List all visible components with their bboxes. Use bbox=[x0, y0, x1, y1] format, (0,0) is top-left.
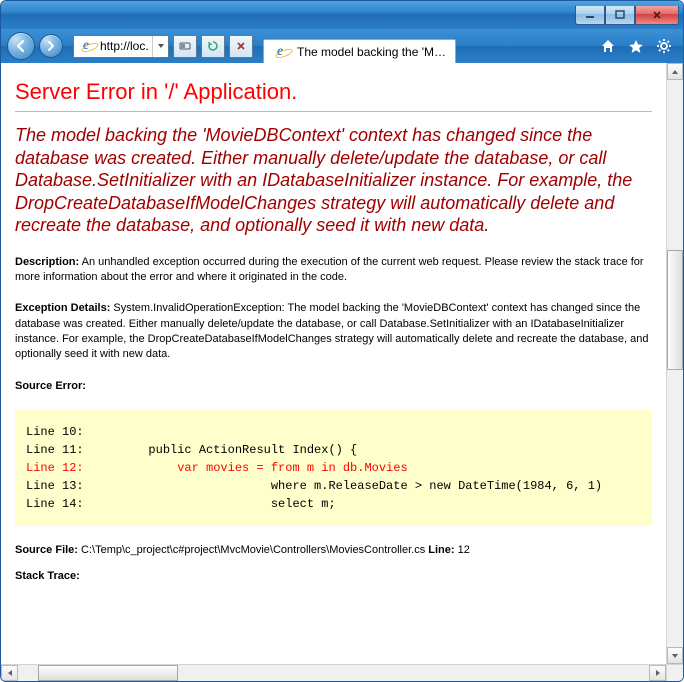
minimize-button[interactable] bbox=[575, 6, 605, 25]
refresh-button[interactable] bbox=[201, 35, 225, 58]
toolbar-right bbox=[599, 37, 677, 55]
favorites-icon[interactable] bbox=[627, 37, 645, 55]
divider bbox=[15, 111, 652, 112]
source-file-label: Source File: bbox=[15, 544, 78, 556]
scroll-down-button[interactable] bbox=[667, 647, 683, 664]
description-section: Description: An unhandled exception occu… bbox=[15, 255, 652, 286]
scroll-right-button[interactable] bbox=[649, 665, 666, 681]
exception-text: System.InvalidOperationException: The mo… bbox=[15, 302, 648, 360]
source-line-14: Line 14: select m; bbox=[26, 497, 336, 511]
source-file-section: Source File: C:\Temp\c_project\c#project… bbox=[15, 544, 652, 556]
ie-icon: e bbox=[77, 37, 95, 55]
source-file-path: C:\Temp\c_project\c#project\MvcMovie\Con… bbox=[78, 544, 428, 556]
description-text: An unhandled exception occurred during t… bbox=[15, 256, 644, 283]
scroll-track-horizontal[interactable] bbox=[18, 665, 649, 681]
scroll-up-button[interactable] bbox=[667, 63, 683, 80]
scroll-left-button[interactable] bbox=[1, 665, 18, 681]
ie-icon: e bbox=[271, 43, 289, 61]
compat-view-button[interactable] bbox=[173, 35, 197, 58]
source-error-label: Source Error: bbox=[15, 380, 86, 392]
window-controls bbox=[575, 6, 679, 25]
source-line-12: Line 12: var movies = from m in db.Movie… bbox=[26, 461, 408, 475]
tab-title: The model backing the 'Movi... bbox=[297, 45, 447, 59]
address-bar[interactable]: e bbox=[73, 35, 169, 58]
scroll-thumb-horizontal[interactable] bbox=[38, 665, 178, 681]
error-title: Server Error in '/' Application. bbox=[15, 79, 652, 105]
scroll-thumb-vertical[interactable] bbox=[667, 250, 683, 370]
line-label: Line: bbox=[428, 544, 454, 556]
description-label: Description: bbox=[15, 256, 79, 268]
forward-button[interactable] bbox=[39, 34, 63, 58]
home-icon[interactable] bbox=[599, 37, 617, 55]
vertical-scrollbar[interactable] bbox=[666, 63, 683, 664]
scrollbar-corner bbox=[666, 664, 683, 681]
error-message: The model backing the 'MovieDBContext' c… bbox=[15, 124, 652, 237]
stack-trace-label: Stack Trace: bbox=[15, 570, 652, 582]
source-line-10: Line 10: bbox=[26, 425, 84, 439]
stop-button[interactable] bbox=[229, 35, 253, 58]
exception-section: Exception Details: System.InvalidOperati… bbox=[15, 301, 652, 363]
tools-icon[interactable] bbox=[655, 37, 673, 55]
horizontal-scrollbar[interactable] bbox=[1, 664, 666, 681]
source-code-block: Line 10: Line 11: public ActionResult In… bbox=[15, 410, 652, 526]
source-line-11: Line 11: public ActionResult Index() { bbox=[26, 443, 357, 457]
exception-label: Exception Details: bbox=[15, 302, 110, 314]
address-dropdown-icon[interactable] bbox=[152, 36, 168, 57]
line-number: 12 bbox=[455, 544, 470, 556]
source-line-13: Line 13: where m.ReleaseDate > new DateT… bbox=[26, 479, 602, 493]
browser-tab[interactable]: e The model backing the 'Movi... bbox=[263, 39, 456, 64]
window-titlebar bbox=[1, 1, 683, 29]
scroll-track-vertical[interactable] bbox=[667, 80, 683, 647]
content-area: Server Error in '/' Application. The mod… bbox=[1, 63, 683, 681]
maximize-button[interactable] bbox=[605, 6, 635, 25]
browser-window: e e The model backing the 'Movi... bbox=[0, 0, 684, 682]
page-content: Server Error in '/' Application. The mod… bbox=[1, 63, 666, 664]
navigation-bar: e e The model backing the 'Movi... bbox=[1, 29, 683, 63]
source-error-section: Source Error: bbox=[15, 379, 652, 394]
close-button[interactable] bbox=[635, 6, 679, 25]
address-input[interactable] bbox=[98, 36, 152, 57]
back-button[interactable] bbox=[7, 32, 35, 60]
